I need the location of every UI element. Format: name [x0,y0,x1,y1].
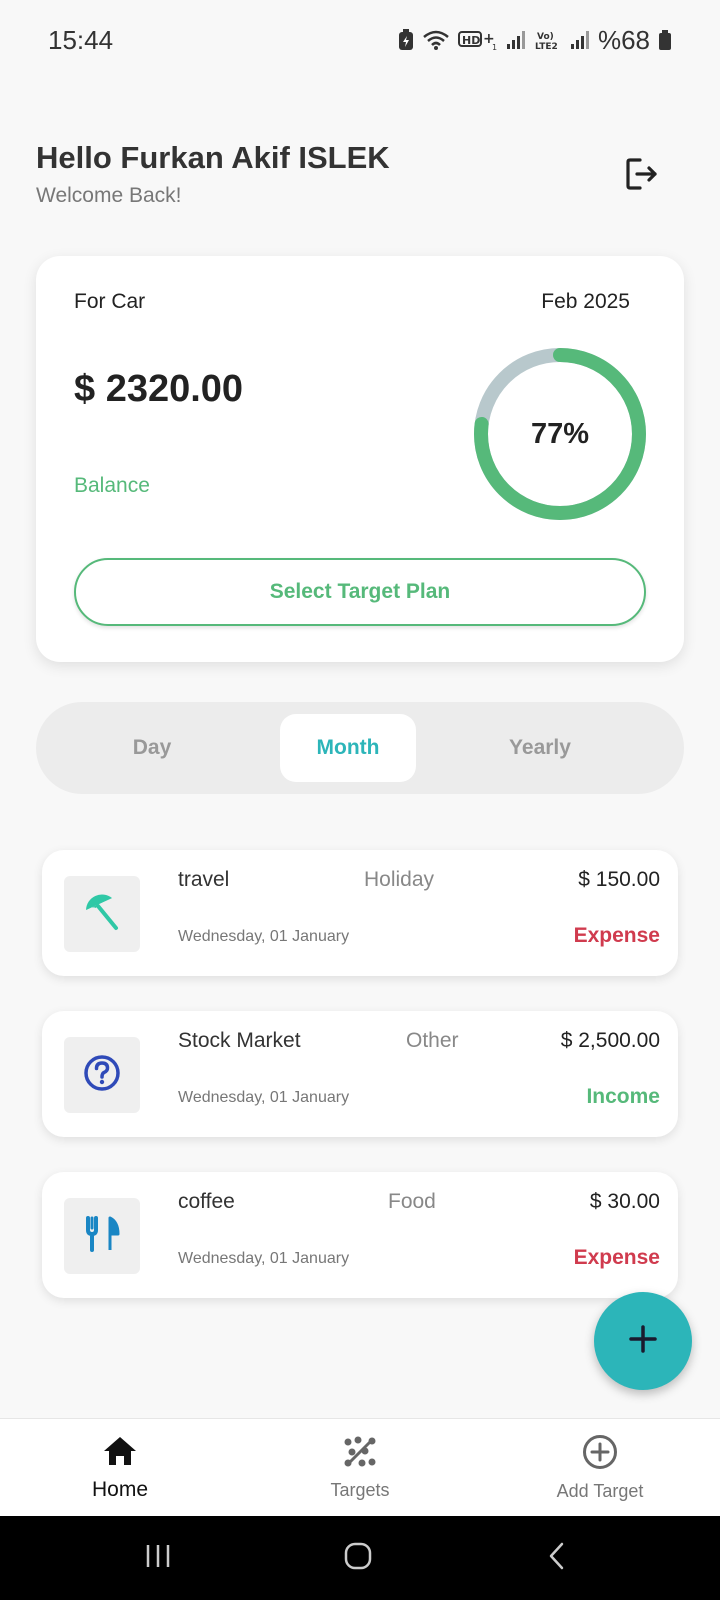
welcome-subtitle: Welcome Back! [36,184,182,207]
greeting-title: Hello Furkan Akif ISLEK [36,140,390,175]
balance-amount: $ 2320.00 [74,368,244,410]
recents-button[interactable] [136,1536,180,1580]
question-circle-icon [82,1053,122,1098]
battery-percent: %68 [597,24,650,55]
plus-icon [628,1324,658,1359]
svg-text:HD: HD [462,34,480,47]
signal-icon [506,30,526,50]
transaction-amount: $ 150.00 [578,868,660,891]
transaction-name: Stock Market [178,1029,301,1052]
hd-plus-icon: HD +1 [457,29,498,51]
beach-umbrella-icon [82,892,122,937]
targets-icon [343,1435,377,1474]
volte-icon: Vo) LTE2 [534,29,562,51]
back-icon [543,1541,573,1576]
transaction-icon-box [64,1198,140,1274]
signal-icon-2 [570,30,590,50]
transaction-type: Expense [573,924,660,947]
transaction-category: Food [388,1190,436,1213]
transaction-date: Wednesday, 01 January [178,1250,350,1267]
select-target-plan-button[interactable]: Select Target Plan [74,558,646,626]
nav-add-target[interactable]: Add Target [510,1419,690,1517]
recents-icon [143,1541,173,1576]
restaurant-icon [82,1214,122,1259]
transaction-card[interactable]: Stock Market Other $ 2,500.00 Wednesday,… [42,1011,678,1137]
nav-targets[interactable]: Targets [270,1419,450,1517]
nav-targets-label: Targets [330,1480,390,1500]
header: Hello Furkan Akif ISLEK Welcome Back! [36,140,676,208]
transaction-date: Wednesday, 01 January [178,1089,350,1106]
transaction-name: coffee [178,1190,235,1213]
nav-home[interactable]: Home [30,1419,210,1517]
battery-icon [658,29,672,51]
system-nav-bar [0,1516,720,1600]
transaction-card[interactable]: travel Holiday $ 150.00 Wednesday, 01 Ja… [42,850,678,976]
transaction-category: Holiday [364,868,435,891]
battery-saver-icon [398,29,414,51]
logout-button[interactable] [620,154,664,198]
transaction-amount: $ 30.00 [589,1190,660,1213]
balance-card: For Car Feb 2025 $ 2320.00 Balance 77% S… [36,256,684,662]
transaction-date: Wednesday, 01 January [178,928,350,945]
nav-add-target-label: Add Target [556,1481,644,1501]
svg-text:Vo): Vo) [537,32,554,42]
transaction-amount: $ 2,500.00 [560,1029,660,1052]
transaction-category: Other [406,1029,459,1052]
tab-yearly[interactable]: Yearly [468,714,612,782]
transaction-card[interactable]: coffee Food $ 30.00 Wednesday, 01 Januar… [42,1172,678,1298]
transaction-icon-box [64,1037,140,1113]
status-bar: 15:44 HD +1 Vo) LTE2 %68 [0,0,720,80]
home-circle-icon [343,1541,373,1576]
nav-home-label: Home [91,1477,149,1501]
status-icons: HD +1 Vo) LTE2 %68 [398,25,672,56]
balance-label: Balance [74,474,150,497]
svg-text:1: 1 [492,43,497,51]
transaction-icon-box [64,876,140,952]
system-back-button[interactable] [536,1536,580,1580]
add-circle-icon [582,1434,618,1475]
progress-percent: 77% [530,417,590,450]
svg-text:LTE2: LTE2 [535,42,558,51]
tab-day[interactable]: Day [80,714,224,782]
transaction-type: Income [586,1085,660,1108]
bottom-nav: Home Targets Add Target [0,1418,720,1516]
target-date: Feb 2025 [541,290,630,313]
system-home-button[interactable] [336,1536,380,1580]
home-icon [102,1435,138,1472]
add-transaction-fab[interactable] [594,1292,692,1390]
logout-icon [624,156,660,197]
period-tabs: Day Month Yearly [36,702,684,794]
wifi-icon [422,29,450,51]
tab-month[interactable]: Month [280,714,416,782]
target-title: For Car [74,290,146,313]
transaction-type: Expense [573,1246,660,1269]
transaction-name: travel [178,868,230,891]
status-time: 15:44 [48,24,114,55]
